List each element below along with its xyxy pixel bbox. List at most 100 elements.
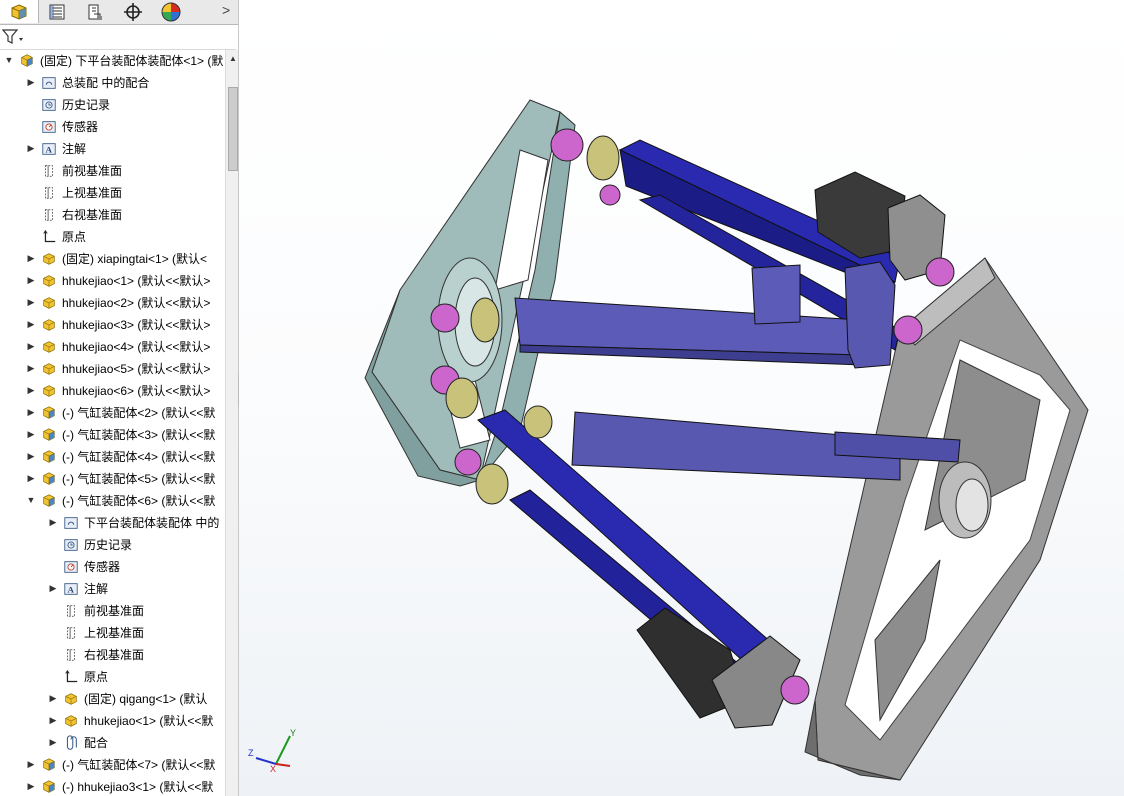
feature-tree-icon <box>11 3 27 20</box>
appearance-pie-icon <box>161 2 181 21</box>
tree-item[interactable]: 上视基准面 <box>0 182 225 204</box>
tree-item[interactable]: ▶ hhukejiao<6> (默认<<默认> <box>0 380 225 402</box>
part-icon <box>43 385 55 397</box>
tab-display-manager[interactable] <box>152 0 190 23</box>
tree-item[interactable]: ▶ A 注解 <box>0 138 225 160</box>
tree-item-label: (-) 气缸装配体<3> (默认<<默 <box>62 428 216 442</box>
tree-scrollbar[interactable]: ▲ <box>225 50 238 796</box>
tree-item[interactable]: 历史记录 <box>0 94 225 116</box>
tree-item-label: 原点 <box>84 670 109 684</box>
expand-arrow-icon[interactable]: ▶ <box>26 295 36 309</box>
history-icon <box>64 539 78 551</box>
graphics-viewport[interactable]: Y Z X <box>239 0 1124 796</box>
funnel-icon[interactable] <box>2 29 24 45</box>
tree-item[interactable]: 前视基准面 <box>0 600 225 622</box>
part-icon <box>43 275 55 287</box>
tab-dimxpert-manager[interactable] <box>114 0 152 23</box>
plane-icon <box>45 165 53 177</box>
tree-item[interactable]: 传感器 <box>0 116 225 138</box>
tree-item[interactable]: ▶ 配合 <box>0 732 225 754</box>
plane-icon <box>67 649 75 661</box>
expand-arrow-icon[interactable]: ▶ <box>26 471 36 485</box>
tree-item[interactable]: ▶ (-) 气缸装配体<7> (默认<<默 <box>0 754 225 776</box>
tree-item[interactable]: 历史记录 <box>0 534 225 556</box>
tree-item[interactable]: ▶ hhukejiao<5> (默认<<默认> <box>0 358 225 380</box>
tab-configuration-manager[interactable] <box>76 0 114 23</box>
tree-item-label: 历史记录 <box>84 538 133 552</box>
tree-item[interactable]: ▶ hhukejiao<2> (默认<<默认> <box>0 292 225 314</box>
tree-item[interactable]: ▶ 下平台装配体装配体 中的 <box>0 512 225 534</box>
tree-item[interactable]: ▶ hhukejiao<1> (默认<<默 <box>0 710 225 732</box>
hexapod-model <box>364 99 1089 781</box>
expand-arrow-icon[interactable]: ▶ <box>26 427 36 441</box>
collapse-arrow-icon[interactable]: ▼ <box>26 493 36 507</box>
expand-arrow-icon[interactable]: ▶ <box>26 405 36 419</box>
tree-item[interactable]: ▶ hhukejiao<3> (默认<<默认> <box>0 314 225 336</box>
assembly-icon <box>43 472 55 485</box>
part-icon <box>43 363 55 375</box>
origin-icon <box>65 669 78 683</box>
reference-triad: Y Z X <box>248 728 296 774</box>
expand-arrow-icon[interactable]: ▶ <box>48 581 58 595</box>
tree-item[interactable]: 右视基准面 <box>0 644 225 666</box>
plane-icon <box>45 209 53 221</box>
tree-item[interactable]: 前视基准面 <box>0 160 225 182</box>
tree-item-label: (-) 气缸装配体<5> (默认<<默 <box>62 472 216 486</box>
assembly-icon <box>43 406 55 419</box>
tree-item[interactable]: 上视基准面 <box>0 622 225 644</box>
svg-text:A: A <box>67 585 74 595</box>
expand-arrow-icon[interactable]: ▶ <box>26 339 36 353</box>
tree-item[interactable]: 传感器 <box>0 556 225 578</box>
expand-arrow-icon[interactable]: ▶ <box>26 779 36 793</box>
expand-arrow-icon[interactable]: ▶ <box>26 251 36 265</box>
expand-arrow-icon[interactable]: ▶ <box>48 691 58 705</box>
tree-item[interactable]: ▶ (固定) qigang<1> (默认 <box>0 688 225 710</box>
expand-arrow-icon[interactable]: ▶ <box>26 273 36 287</box>
tree-item[interactable]: ▶ (-) 气缸装配体<5> (默认<<默 <box>0 468 225 490</box>
plane-icon <box>45 187 53 199</box>
expand-arrow-icon[interactable]: ▶ <box>26 361 36 375</box>
expand-arrow-icon[interactable]: ▶ <box>48 713 58 727</box>
assembly-icon <box>43 428 55 441</box>
tree-item[interactable]: ▼ (-) 气缸装配体<6> (默认<<默 <box>0 490 225 512</box>
tab-property-manager[interactable] <box>38 0 76 23</box>
part-icon <box>65 715 77 727</box>
expand-arrow-icon[interactable]: ▶ <box>26 449 36 463</box>
tree-item-label: 历史记录 <box>62 98 111 112</box>
expand-arrow-icon[interactable]: ▶ <box>26 75 36 89</box>
tree-item[interactable]: ▶ (-) 气缸装配体<3> (默认<<默 <box>0 424 225 446</box>
tree-item[interactable]: ▶ hhukejiao<1> (默认<<默认> <box>0 270 225 292</box>
tabs-more-arrow[interactable]: > <box>222 2 230 18</box>
scroll-up-arrow[interactable]: ▲ <box>229 54 237 63</box>
tree-filter-bar[interactable] <box>0 25 236 50</box>
tree-item[interactable]: 原点 <box>0 226 225 248</box>
expand-arrow-icon[interactable]: ▶ <box>26 383 36 397</box>
scrollbar-thumb[interactable] <box>228 87 238 171</box>
tree-item-label: 传感器 <box>84 560 121 574</box>
tree-item[interactable]: ▶ A 注解 <box>0 578 225 600</box>
plane-icon <box>67 605 75 617</box>
tree-item[interactable]: ▶ 总装配 中的配合 <box>0 72 225 94</box>
expand-arrow-icon[interactable]: ▶ <box>26 141 36 155</box>
tree-item[interactable]: ▶ (固定) xiapingtai<1> (默认< <box>0 248 225 270</box>
tree-item[interactable]: ▶ (-) hhukejiao3<1> (默认<<默 <box>0 776 225 796</box>
expand-arrow-icon[interactable]: ▶ <box>26 757 36 771</box>
tree-item-label: hhukejiao<4> (默认<<默认> <box>62 340 211 354</box>
tree-item[interactable]: ▶ hhukejiao<4> (默认<<默认> <box>0 336 225 358</box>
tree-item-label: 右视基准面 <box>62 208 123 222</box>
expand-arrow-icon[interactable]: ▶ <box>48 515 58 529</box>
tree-item[interactable]: 原点 <box>0 666 225 688</box>
configuration-icon <box>88 4 102 20</box>
tree-item[interactable]: ▶ (-) 气缸装配体<4> (默认<<默 <box>0 446 225 468</box>
collapse-arrow-icon[interactable]: ▼ <box>4 53 14 67</box>
expand-arrow-icon[interactable]: ▶ <box>26 317 36 331</box>
tree-item[interactable]: 右视基准面 <box>0 204 225 226</box>
mates-folder-icon <box>64 517 78 529</box>
tree-item[interactable]: ▼ (固定) 下平台装配体装配体<1> (默 <box>0 50 225 72</box>
tab-feature-manager[interactable] <box>0 0 39 23</box>
tree-item[interactable]: ▶ (-) 气缸装配体<2> (默认<<默 <box>0 402 225 424</box>
expand-arrow-icon[interactable]: ▶ <box>48 735 58 749</box>
part-icon <box>43 341 55 353</box>
annotation-icon: A <box>64 583 78 595</box>
part-icon <box>43 253 55 265</box>
